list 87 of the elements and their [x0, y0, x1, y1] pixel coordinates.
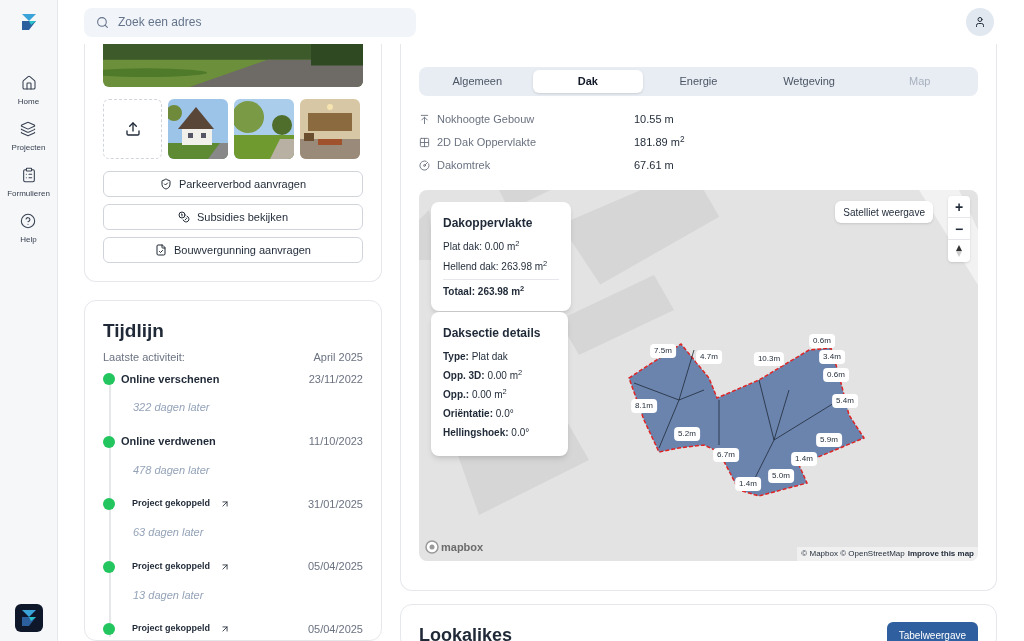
stat-label: 2D Dak Oppervlakte	[437, 134, 538, 150]
event-date: 11/10/2023	[308, 434, 363, 450]
tab[interactable]: Energie	[643, 70, 754, 93]
stat-label: Dakomtrek	[437, 157, 492, 173]
zoom-out-button[interactable]: −	[948, 218, 970, 240]
section-line: Opp. 3D: 0.00 m$^{2}$	[443, 368, 524, 383]
grid-icon	[419, 136, 430, 148]
shield-icon	[159, 178, 172, 190]
action-button[interactable]: Bouwvergunning aanvragen	[103, 237, 363, 263]
measurement-label: 5.2m	[674, 427, 700, 441]
mapbox-logo-icon	[425, 539, 439, 554]
stat-value: 181.89 m$^{2}$	[634, 133, 685, 150]
search-bar[interactable]: Zoek een adres	[84, 7, 416, 37]
tab[interactable]: Wetgeving	[753, 70, 865, 93]
avatar-button[interactable]	[966, 8, 994, 36]
measurement-label: 1.4m	[735, 477, 761, 491]
gap-text: 322 dagen later	[132, 400, 211, 415]
arrow-icon	[220, 624, 231, 634]
tab[interactable]: Algemeen	[422, 70, 533, 93]
upload-icon	[124, 121, 141, 137]
arrow-icon	[220, 499, 231, 509]
table-view-button[interactable]: Tabelweergave	[886, 622, 978, 641]
event-label: Online verdwenen	[121, 434, 216, 450]
zoom-in-button[interactable]: +	[948, 196, 970, 218]
card-title: Daksectie details	[443, 325, 542, 342]
lookalikes-title: Lookalikes	[419, 624, 513, 641]
measurement-label: 1.4m	[791, 452, 817, 466]
sidebar-item[interactable]: Home	[17, 75, 40, 108]
event-date: 23/11/2022	[308, 371, 363, 387]
measurement-label: 4.7m	[696, 350, 722, 364]
action-button[interactable]: Parkeerverbod aanvragen	[103, 171, 363, 197]
measurement-label: 3.4m	[819, 350, 845, 364]
event-date: 05/04/2025	[307, 621, 363, 637]
attribution-text: © Mapbox © OpenStreetMap	[801, 548, 905, 560]
arrow-icon	[220, 561, 231, 572]
section-line: Opp.: 0.00 m$^{2}$	[443, 387, 508, 402]
tab[interactable]: Dak	[532, 70, 644, 93]
area-line: Hellend dak: 263.98 m$^{2}$	[443, 259, 549, 274]
sidebar-item[interactable]: Projecten	[11, 121, 46, 154]
timeline-title: Tijdlijn	[103, 319, 165, 343]
stat-value: 67.61 m	[634, 157, 674, 173]
measurement-label: 10.3m	[753, 352, 785, 366]
area-total: Totaal: 263.98 m$^{2}$	[443, 279, 559, 299]
card-title: Dakoppervlakte	[443, 215, 534, 232]
measurement-label: 7.5m	[650, 344, 676, 358]
layers-icon	[20, 121, 37, 137]
document-icon	[155, 244, 167, 256]
compass-icon	[956, 245, 962, 257]
event-date: 05/04/2025	[307, 559, 363, 575]
clipboard-icon	[20, 167, 37, 183]
search-input[interactable]: Zoek een adres	[118, 13, 404, 31]
measurement-label: 0.6m	[823, 368, 849, 382]
latest-date: April 2025	[313, 349, 363, 365]
measurement-label: 5.9m	[816, 433, 842, 447]
measurement-label: 5.0m	[768, 469, 794, 483]
action-button[interactable]: Subsidies bekijken	[103, 204, 363, 230]
event-label: Online verschenen	[121, 371, 220, 387]
project-link[interactable]: Project gekoppeld	[132, 559, 231, 574]
stat-value: 10.55 m	[634, 111, 674, 127]
gap-text: 13 dagen later	[132, 587, 205, 603]
sidebar-item[interactable]: Help	[20, 213, 37, 246]
help-icon	[20, 213, 37, 229]
stat-label: Nokhoogte Gebouw	[437, 111, 536, 127]
improve-map-link[interactable]: Improve this map	[907, 548, 974, 560]
section-line: Hellingshoek: 0.0°	[443, 426, 531, 440]
measurement-label: 8.1m	[631, 399, 657, 413]
measurement-label: 5.4m	[832, 394, 858, 408]
area-line: Plat dak: 0.00 m$^{2}$	[443, 239, 521, 254]
event-date: 31/01/2025	[307, 496, 363, 512]
gap-text: 63 dagen later	[132, 525, 205, 540]
satellite-button[interactable]: Satelliet weergave	[835, 201, 933, 223]
project-link[interactable]: Project gekoppeld	[132, 497, 231, 511]
subtitle: Laatste activiteit:	[103, 349, 185, 365]
section-line: Type: Plat dak	[443, 350, 509, 364]
gauge-icon	[419, 159, 430, 171]
user-icon	[974, 16, 986, 28]
arrow-up-icon	[419, 113, 430, 125]
home-icon	[20, 75, 37, 91]
measurement-label: 6.7m	[713, 448, 739, 462]
sidebar-item[interactable]: Formulieren	[7, 167, 50, 200]
gap-text: 478 dagen later	[132, 462, 211, 478]
project-link[interactable]: Project gekoppeld	[132, 622, 231, 636]
mapbox-logo: mapbox	[441, 539, 484, 555]
section-line: Oriëntatie: 0.0°	[443, 407, 515, 421]
search-icon	[96, 15, 109, 29]
measurement-label: 0.6m	[809, 334, 835, 348]
coins-icon	[177, 211, 190, 223]
